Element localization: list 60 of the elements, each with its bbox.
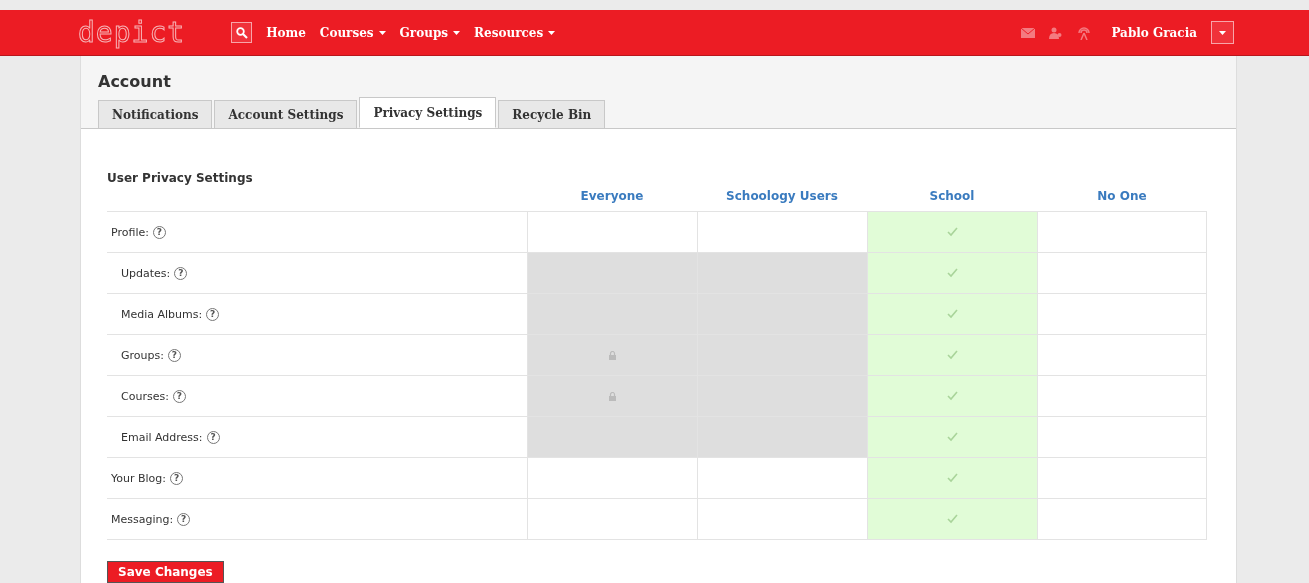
caret-icon <box>1219 30 1226 35</box>
privacy-option-cell[interactable] <box>1037 458 1207 498</box>
nav-link[interactable]: Courses <box>319 25 386 40</box>
check-icon <box>947 309 958 319</box>
privacy-option-cell[interactable] <box>1037 376 1207 416</box>
search-icon <box>235 26 248 39</box>
column-header: No One <box>1097 189 1147 203</box>
caret-icon <box>378 30 386 35</box>
privacy-option-cell[interactable] <box>1037 335 1207 375</box>
privacy-option-cell[interactable] <box>1037 294 1207 334</box>
privacy-option-cell[interactable] <box>867 294 1037 334</box>
check-icon <box>947 268 958 278</box>
user-menu-button[interactable] <box>1211 21 1234 44</box>
privacy-option-cell[interactable] <box>1037 212 1207 252</box>
section-title: User Privacy Settings <box>107 171 253 185</box>
lock-icon <box>609 391 616 401</box>
privacy-option-cell[interactable] <box>1037 417 1207 457</box>
setting-label: Profile: <box>111 225 149 239</box>
setting-label: Groups: <box>121 348 164 362</box>
user-name[interactable]: Pablo Gracia <box>1111 25 1197 40</box>
check-icon <box>947 350 958 360</box>
check-icon <box>947 473 958 483</box>
tab[interactable]: Account Settings <box>214 100 358 129</box>
column-header: Schoology Users <box>726 189 838 203</box>
tab[interactable]: Recycle Bin <box>498 100 606 129</box>
setting-label: Courses: <box>121 389 169 403</box>
envelope-icon[interactable] <box>1021 27 1036 38</box>
caret-icon <box>548 30 556 35</box>
check-icon <box>947 391 958 401</box>
nav-link[interactable]: Groups <box>399 25 461 40</box>
check-icon <box>947 432 958 442</box>
privacy-option-cell[interactable] <box>867 212 1037 252</box>
tab[interactable]: Privacy Settings <box>359 97 497 128</box>
setting-label: Messaging: <box>111 512 174 526</box>
check-icon <box>947 227 958 237</box>
setting-label: Email Address: <box>121 430 203 444</box>
privacy-option-cell[interactable] <box>1037 499 1207 539</box>
privacy-option-cell[interactable] <box>867 335 1037 375</box>
privacy-option-cell[interactable] <box>867 376 1037 416</box>
column-header: School <box>929 189 975 203</box>
privacy-option-cell[interactable] <box>867 253 1037 293</box>
privacy-option-cell[interactable] <box>867 499 1037 539</box>
caret-icon <box>453 30 461 35</box>
privacy-option-cell[interactable] <box>1037 253 1207 293</box>
search-button[interactable] <box>231 22 253 43</box>
check-icon <box>947 514 958 524</box>
nav-link[interactable]: Home <box>266 25 306 40</box>
nav-link[interactable]: Resources <box>474 25 556 40</box>
setting-label: Your Blog: <box>111 471 166 485</box>
tab[interactable]: Notifications <box>98 100 213 129</box>
privacy-option-cell[interactable] <box>867 417 1037 457</box>
setting-label: Media Albums: <box>121 307 203 321</box>
page-title: Account <box>98 72 172 91</box>
signal-icon[interactable] <box>1077 25 1092 40</box>
lock-icon <box>609 350 616 360</box>
setting-label: Updates: <box>121 266 171 280</box>
people-icon[interactable] <box>1049 26 1064 39</box>
column-header: Everyone <box>580 189 644 203</box>
save-changes-button[interactable]: Save Changes <box>107 561 224 583</box>
privacy-option-cell[interactable] <box>867 458 1037 498</box>
